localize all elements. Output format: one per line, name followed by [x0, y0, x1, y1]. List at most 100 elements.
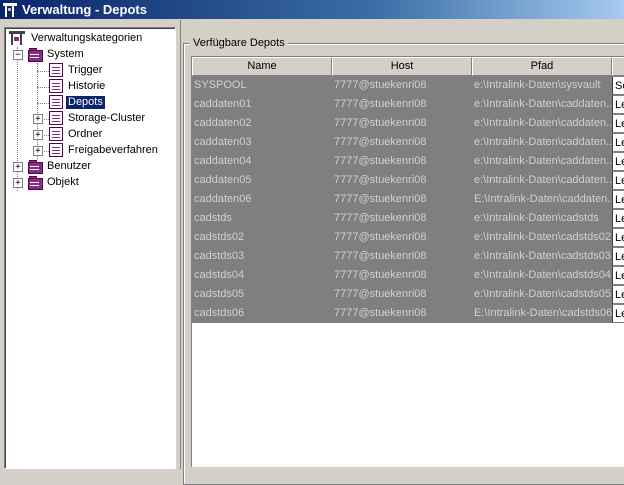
tree-item-label: Trigger [68, 63, 103, 76]
table-cell-host: 7777@stuekenri08 [332, 171, 472, 190]
tree-root[interactable]: Verwaltungskategorien [8, 30, 144, 46]
list-icon [49, 95, 63, 109]
column-header-extra[interactable] [612, 57, 624, 76]
table-cell-extra[interactable]: Le [612, 209, 624, 228]
category-tree[interactable]: Verwaltungskategorien − System Trigger H… [4, 27, 176, 469]
table-row[interactable]: caddaten06 7777@stuekenri08 E:\Intralink-D… [192, 190, 624, 209]
tree-item-depots[interactable]: Depots [49, 94, 105, 110]
table-cell-pfad: e:\Intralink-Daten\cadstds05 [472, 285, 612, 304]
folder-icon [27, 175, 43, 190]
table-cell-pfad: e:\Intralink-Daten\caddaten... [472, 114, 612, 133]
tree-item-label: System [47, 47, 84, 60]
table-cell-extra[interactable]: Le [612, 171, 624, 190]
collapse-system-icon[interactable]: − [13, 50, 23, 60]
table-cell-pfad: E:\Intralink-Daten\cadstds06 [472, 304, 612, 323]
table-row[interactable]: cadstds03 7777@stuekenri08 e:\Intralink-Da… [192, 247, 624, 266]
table-row[interactable]: caddaten02 7777@stuekenri08 e:\Intralink-D… [192, 114, 624, 133]
table-cell-host: 7777@stuekenri08 [332, 247, 472, 266]
tree-item-storage-cluster[interactable]: Storage-Cluster [49, 110, 147, 126]
column-header-name[interactable]: Name [192, 57, 332, 76]
table-cell-extra[interactable]: Le [612, 228, 624, 247]
table-cell-host: 7777@stuekenri08 [332, 133, 472, 152]
expand-benutzer-icon[interactable]: + [13, 162, 23, 172]
table-cell-name: caddaten03 [192, 133, 332, 152]
expand-ordner-icon[interactable]: + [33, 130, 43, 140]
column-header-host[interactable]: Host [332, 57, 472, 76]
list-icon [49, 63, 63, 77]
table-cell-host: 7777@stuekenri08 [332, 285, 472, 304]
table-row[interactable]: cadstds04 7777@stuekenri08 e:\Intralink-Da… [192, 266, 624, 285]
tree-item-label: Benutzer [47, 159, 92, 172]
list-icon [49, 111, 63, 125]
table-row[interactable]: caddaten01 7777@stuekenri08 e:\Intralink-D… [192, 95, 624, 114]
table-cell-host: 7777@stuekenri08 [332, 114, 472, 133]
folder-icon [27, 47, 43, 62]
group-title: Verfügbare Depots [190, 37, 288, 49]
panel-splitter[interactable] [176, 20, 181, 469]
table-row[interactable]: caddaten05 7777@stuekenri08 e:\Intralink-D… [192, 171, 624, 190]
table-row[interactable]: cadstds 7777@stuekenri08 e:\Intralink-Date… [192, 209, 624, 228]
table-cell-pfad: e:\Intralink-Daten\caddaten... [472, 133, 612, 152]
table-cell-extra[interactable]: Le [612, 247, 624, 266]
table-cell-extra[interactable]: Le [612, 133, 624, 152]
list-icon [49, 127, 63, 141]
table-cell-pfad: e:\Intralink-Daten\cadstds03 [472, 247, 612, 266]
table-cell-pfad: E:\Intralink-Daten\caddaten... [472, 190, 612, 209]
table-cell-pfad: e:\Intralink-Daten\cadstds02 [472, 228, 612, 247]
table-row[interactable]: cadstds05 7777@stuekenri08 e:\Intralink-Da… [192, 285, 624, 304]
table-row[interactable]: caddaten04 7777@stuekenri08 e:\Intralink-D… [192, 152, 624, 171]
expand-storage-cluster-icon[interactable]: + [33, 114, 43, 124]
table-cell-extra[interactable]: Le [612, 190, 624, 209]
window-title: Verwaltung - Depots [22, 2, 147, 17]
table-cell-name: caddaten06 [192, 190, 332, 209]
column-header-pfad[interactable]: Pfad [472, 57, 612, 76]
tree-item-trigger[interactable]: Trigger [49, 62, 104, 78]
tree-item-freigabeverfahren[interactable]: Freigabeverfahren [49, 142, 160, 158]
table-cell-extra[interactable]: Le [612, 114, 624, 133]
table-cell-name: cadstds [192, 209, 332, 228]
table-cell-extra[interactable]: Le [612, 285, 624, 304]
table-cell-extra[interactable]: Le [612, 152, 624, 171]
table-row[interactable]: SYSPOOL 7777@stuekenri08 e:\Intralink-Date… [192, 76, 624, 95]
table-cell-pfad: e:\Intralink-Daten\caddaten... [472, 95, 612, 114]
table-cell-host: 7777@stuekenri08 [332, 76, 472, 95]
table-cell-pfad: e:\Intralink-Daten\caddaten... [472, 152, 612, 171]
table-cell-host: 7777@stuekenri08 [332, 152, 472, 171]
table-cell-name: cadstds02 [192, 228, 332, 247]
table-row[interactable]: cadstds02 7777@stuekenri08 e:\Intralink-Da… [192, 228, 624, 247]
tree-item-label: Ordner [68, 127, 103, 140]
table-cell-name: caddaten02 [192, 114, 332, 133]
tree-item-system[interactable]: System [27, 46, 86, 62]
table-cell-host: 7777@stuekenri08 [332, 209, 472, 228]
table-row[interactable]: cadstds06 7777@stuekenri08 E:\Intralink-Da… [192, 304, 624, 323]
tree-item-benutzer[interactable]: Benutzer [27, 158, 93, 174]
tree-item-objekt[interactable]: Objekt [27, 174, 81, 190]
table-cell-pfad: e:\Intralink-Daten\caddaten... [472, 171, 612, 190]
table-cell-name: cadstds04 [192, 266, 332, 285]
tree-item-label: Historie [68, 79, 106, 92]
admin-categories-icon [8, 30, 26, 46]
tree-item-ordner[interactable]: Ordner [49, 126, 104, 142]
tree-item-label-selected: Depots [66, 95, 105, 109]
list-icon [49, 143, 63, 157]
expand-freigabeverfahren-icon[interactable]: + [33, 146, 43, 156]
tree-item-historie[interactable]: Historie [49, 78, 107, 94]
table-cell-name: caddaten04 [192, 152, 332, 171]
expand-objekt-icon[interactable]: + [13, 178, 23, 188]
table-cell-extra[interactable]: Sc [612, 76, 624, 95]
tree-item-label: Freigabeverfahren [68, 143, 158, 156]
table-cell-name: caddaten05 [192, 171, 332, 190]
table-cell-pfad: e:\Intralink-Daten\cadstds [472, 209, 612, 228]
tree-connector [37, 103, 49, 104]
table-cell-host: 7777@stuekenri08 [332, 228, 472, 247]
table-cell-extra[interactable]: Le [612, 95, 624, 114]
table-row[interactable]: caddaten03 7777@stuekenri08 e:\Intralink-D… [192, 133, 624, 152]
window-title-bar[interactable]: Verwaltung - Depots [0, 0, 624, 19]
tree-item-label: Objekt [47, 175, 79, 188]
table-cell-host: 7777@stuekenri08 [332, 95, 472, 114]
depots-table[interactable]: Name Host Pfad SYSPOOL 7777@stuekenri08 e:… [191, 56, 624, 467]
tree-connector [37, 71, 49, 72]
table-cell-extra[interactable]: Le [612, 304, 624, 323]
table-cell-extra[interactable]: Le [612, 266, 624, 285]
table-cell-name: SYSPOOL [192, 76, 332, 95]
